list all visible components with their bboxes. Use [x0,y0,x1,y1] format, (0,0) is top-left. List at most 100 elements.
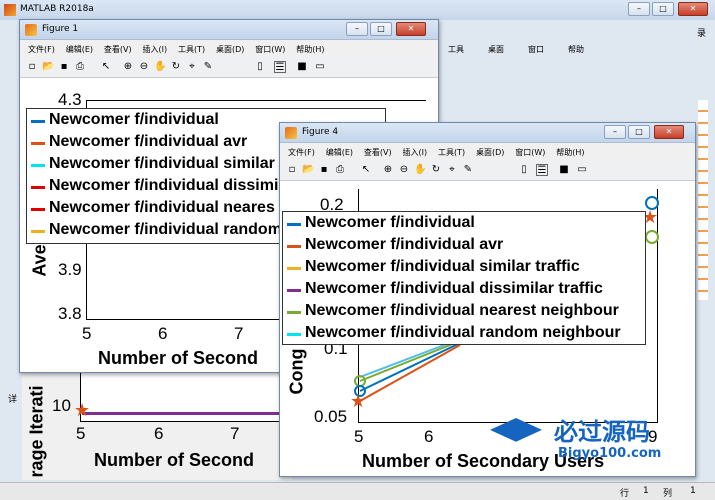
pan-icon[interactable]: ✋ [414,164,426,176]
colorbar-icon[interactable]: ▯ [518,164,530,176]
legend-icon[interactable]: ☰ [536,164,548,176]
main-close-button[interactable]: ✕ [678,2,708,16]
graduation-cap-icon [490,418,542,442]
fig1-xtick-7: 7 [234,324,244,343]
fig4-menu-view[interactable]: 查看(V) [356,143,392,158]
fig1-xlabel: Number of Second [98,348,259,368]
bg-xtick-7: 7 [230,424,240,443]
fig1-menu-file[interactable]: 文件(F) [20,40,55,55]
fig4-star-icon: ★ [350,391,367,412]
fig4-close-button[interactable]: ✕ [654,125,684,139]
rotate-icon[interactable]: ↻ [430,164,442,176]
status-col-label: 列 [663,489,673,499]
legend-item: Newcomer f/individual avr [283,236,645,258]
legend-item: Newcomer f/individual [283,214,645,236]
pointer-icon[interactable]: ↖ [360,164,372,176]
fig1-close-button[interactable]: ✕ [396,22,426,36]
legend-item: Newcomer f/individual similar traffic [283,258,645,280]
bg-series-line [82,412,292,415]
fig4-menu-desktop[interactable]: 桌面(D) [468,143,504,158]
bg-star-icon: ★ [74,400,91,421]
open-icon[interactable]: 📂 [42,61,54,73]
bg-xtick-5: 5 [76,424,86,443]
matlab-logo-icon [4,4,16,16]
zoom-in-icon[interactable]: ⊕ [382,164,394,176]
dock-icon[interactable]: ▭ [576,164,588,176]
menu-window[interactable]: 窗口 [528,44,544,55]
bg-xlabel: Number of Second [94,450,255,470]
main-minimize-button[interactable]: – [628,2,650,16]
fig4-toolbar: ▫ 📂 ▪ ⎙ ↖ ⊕ ⊖ ✋ ↻ ⌖ ✎ ▯ ☰ ■ ▭ [280,161,695,181]
fig1-menu-desktop[interactable]: 桌面(D) [208,40,244,55]
open-icon[interactable]: 📂 [302,164,314,176]
fig4-menu-window[interactable]: 窗口(W) [507,143,545,158]
fig1-menu-view[interactable]: 查看(V) [96,40,132,55]
fig1-menu-tools[interactable]: 工具(T) [170,40,205,55]
fig4-menu-file[interactable]: 文件(F) [280,143,315,158]
fig1-maximize-button[interactable]: □ [370,22,392,36]
bg-xtick-6: 6 [154,424,164,443]
fig1-xtick-5: 5 [82,324,92,343]
main-title-right-text: 录 [697,29,707,39]
save-icon[interactable]: ▪ [318,164,330,176]
legend-icon[interactable]: ☰ [274,61,286,73]
figure-1-titlebar[interactable]: Figure 1 – □ ✕ [20,20,438,40]
fig4-menu-tools[interactable]: 工具(T) [430,143,465,158]
pan-icon[interactable]: ✋ [154,61,166,73]
fig4-menu-help[interactable]: 帮助(H) [548,143,584,158]
print-icon[interactable]: ⎙ [74,61,86,73]
legend-item: Newcomer f/individual random neighbour [283,324,645,346]
hide-tools-icon[interactable]: ■ [558,164,570,176]
fig1-ytick-bot: 3.8 [58,304,82,323]
figure-4-title: Figure 4 [302,127,339,137]
new-figure-icon[interactable]: ▫ [286,164,298,176]
background-figure-plot: rage Iterati 10 ★ 5 6 7 Number of Second [22,372,300,480]
brush-icon[interactable]: ✎ [462,164,474,176]
status-row-label: 行 [620,489,630,499]
data-cursor-icon[interactable]: ⌖ [446,164,458,176]
zoom-out-icon[interactable]: ⊖ [398,164,410,176]
colorbar-icon[interactable]: ▯ [254,61,266,73]
fig4-menu-insert[interactable]: 插入(I) [394,143,427,158]
watermark-logo: 必过源码 Bigyo100.com [488,412,688,472]
fig1-menu-insert[interactable]: 插入(I) [134,40,167,55]
fig1-ylabel: Ave [29,244,50,277]
legend-item: Newcomer f/individual nearest neighbour [283,302,645,324]
zoom-out-icon[interactable]: ⊖ [138,61,150,73]
pointer-icon[interactable]: ↖ [100,61,112,73]
data-cursor-icon[interactable]: ⌖ [186,61,198,73]
main-statusbar: 行 1 列 1 [0,482,715,500]
fig4-legend[interactable]: Newcomer f/individual Newcomer f/individ… [282,211,646,345]
main-maximize-button[interactable]: □ [652,2,674,16]
side-label: 详 [8,395,18,405]
dock-icon[interactable]: ▭ [314,61,326,73]
print-icon[interactable]: ⎙ [334,164,346,176]
fig1-ytick-top: 4.3 [58,90,82,109]
zoom-in-icon[interactable]: ⊕ [122,61,134,73]
brush-icon[interactable]: ✎ [202,61,214,73]
menu-tools[interactable]: 工具 [448,44,464,55]
figure-4-titlebar[interactable]: Figure 4 – □ ✕ [280,123,695,143]
fig4-minimize-button[interactable]: – [604,125,626,139]
fig1-xtick-6: 6 [158,324,168,343]
fig4-maximize-button[interactable]: □ [628,125,650,139]
save-icon[interactable]: ▪ [58,61,70,73]
menu-desktop[interactable]: 桌面 [488,44,504,55]
fig1-minimize-button[interactable]: – [346,22,368,36]
new-figure-icon[interactable]: ▫ [26,61,38,73]
fig1-ytick-mid: 3.9 [58,260,82,279]
main-titlebar: MATLAB R2018a – □ ✕ [0,0,715,20]
watermark-url: Bigyo100.com [558,446,662,461]
fig4-menu-edit[interactable]: 编辑(E) [318,143,353,158]
hide-tools-icon[interactable]: ■ [296,61,308,73]
rotate-icon[interactable]: ↻ [170,61,182,73]
fig1-menu-help[interactable]: 帮助(H) [288,40,324,55]
fig1-menu-window[interactable]: 窗口(W) [247,40,285,55]
fig4-menubar: 文件(F) 编辑(E) 查看(V) 插入(I) 工具(T) 桌面(D) 窗口(W… [280,143,695,161]
bg-ylabel: rage Iterati [26,385,47,478]
figure-icon [25,24,37,36]
legend-item: Newcomer f/individual dissimilar traffic [283,280,645,302]
watermark-cn: 必过源码 [554,418,650,446]
fig1-menu-edit[interactable]: 编辑(E) [58,40,93,55]
menu-help[interactable]: 帮助 [568,44,584,55]
